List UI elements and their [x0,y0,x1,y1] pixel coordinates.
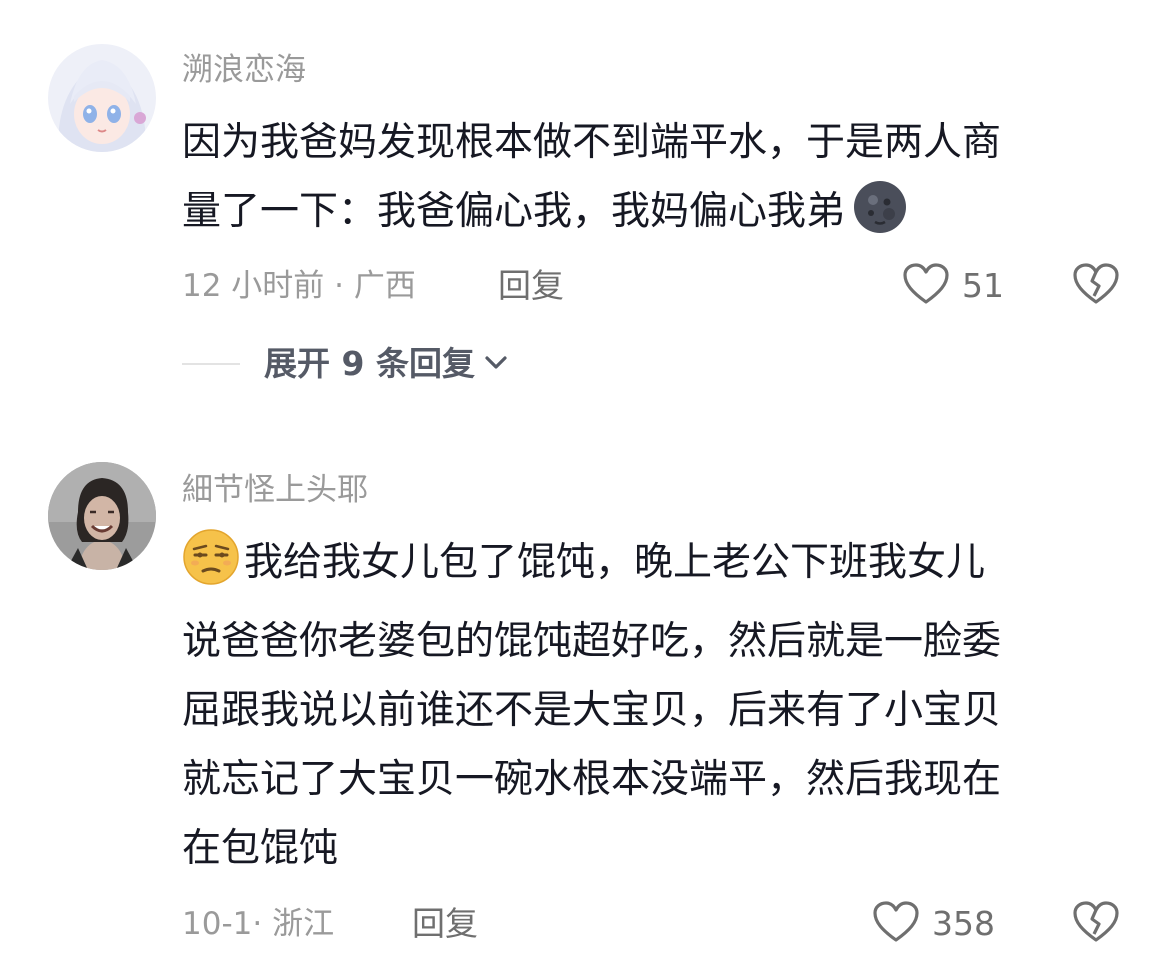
comment-line: 屈跟我说以前谁还不是大宝贝，后来有了小宝贝 [182,688,1002,733]
comment-line-with-emoji: 我给我女儿包了馄饨，晚上老公下班我女儿 [182,528,1122,607]
avatar[interactable] [48,44,156,152]
comment-text: 因为我爸妈发现根本做不到端平水，于是两人商 量了一下：我爸偏心我，我妈偏心我弟 [182,108,1122,256]
dislike-button[interactable] [1072,900,1120,948]
like-button[interactable]: 358 [872,900,995,948]
unamused-face-emoji-icon [182,529,244,607]
reply-button[interactable]: 回复 [498,266,564,306]
broken-heart-icon [1072,263,1120,310]
username[interactable]: 溯浪恋海 [182,50,306,90]
like-count: 358 [932,904,995,943]
dislike-button[interactable] [1072,262,1120,310]
username[interactable]: 細节怪上头耶 [182,470,368,510]
expand-replies-button[interactable]: 展开 9 条回复 [182,344,509,384]
comment-line: 我给我女儿包了馄饨，晚上老公下班我女儿 [244,540,986,585]
heart-icon [872,900,920,948]
comment-text: 我给我女儿包了馄饨，晚上老公下班我女儿 说爸爸你老婆包的馄饨超好吃，然后就是一脸… [182,528,1122,883]
comment-meta: 12 小时前 · 广西 [182,268,416,304]
reply-button[interactable]: 回复 [412,904,478,944]
divider [182,363,240,365]
chevron-down-icon [483,351,509,377]
heart-icon [902,262,950,310]
avatar[interactable] [48,462,156,570]
new-moon-face-emoji-icon [845,180,909,256]
broken-heart-icon [1072,901,1120,948]
comment-line-with-emoji: 量了一下：我爸偏心我，我妈偏心我弟 [182,177,1122,256]
expand-replies-label: 展开 9 条回复 [264,344,475,383]
comment-line: 说爸爸你老婆包的馄饨超好吃，然后就是一脸委 [182,619,1002,664]
comment-line: 在包馄饨 [182,826,339,871]
comment-line: 因为我爸妈发现根本做不到端平水，于是两人商 [182,120,1002,165]
comment-line: 就忘记了大宝贝一碗水根本没端平，然后我现在 [182,757,1002,802]
comment-meta: 10-1· 浙江 [182,906,335,942]
like-count: 51 [962,266,1004,305]
comment-line: 量了一下：我爸偏心我，我妈偏心我弟 [182,189,846,234]
like-button[interactable]: 51 [902,262,1004,310]
